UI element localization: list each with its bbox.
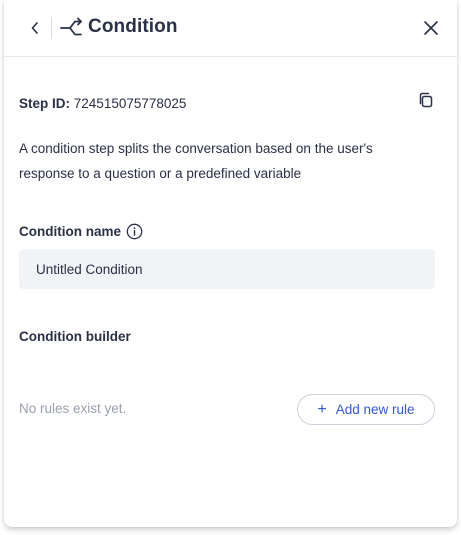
- step-id-value: 724515075778025: [73, 96, 187, 111]
- back-button[interactable]: [26, 18, 44, 38]
- chevron-left-icon: [31, 22, 38, 34]
- condition-split-icon: [60, 17, 82, 36]
- copy-step-id-button[interactable]: [418, 92, 434, 109]
- condition-panel: Condition Step ID: 724515075778025 A con…: [4, 0, 457, 527]
- condition-name-input[interactable]: [19, 249, 435, 289]
- info-icon[interactable]: [126, 223, 143, 240]
- condition-name-label-text: Condition name: [19, 224, 121, 239]
- step-description: A condition step splits the conversation…: [19, 141, 373, 181]
- no-rules-message: No rules exist yet.: [19, 401, 127, 416]
- step-id: Step ID: 724515075778025: [19, 96, 186, 111]
- header-divider: [51, 17, 52, 39]
- panel-header: Condition: [4, 0, 457, 57]
- add-new-rule-button[interactable]: + Add new rule: [297, 394, 435, 425]
- copy-icon: [419, 92, 433, 108]
- add-new-rule-label: Add new rule: [335, 402, 415, 417]
- plus-icon: +: [317, 400, 327, 418]
- close-icon: [424, 21, 438, 35]
- panel-title: Condition: [88, 16, 178, 37]
- close-button[interactable]: [421, 18, 441, 38]
- step-id-label: Step ID:: [19, 96, 71, 111]
- condition-builder-label: Condition builder: [19, 329, 131, 344]
- condition-name-label: Condition name: [19, 223, 143, 240]
